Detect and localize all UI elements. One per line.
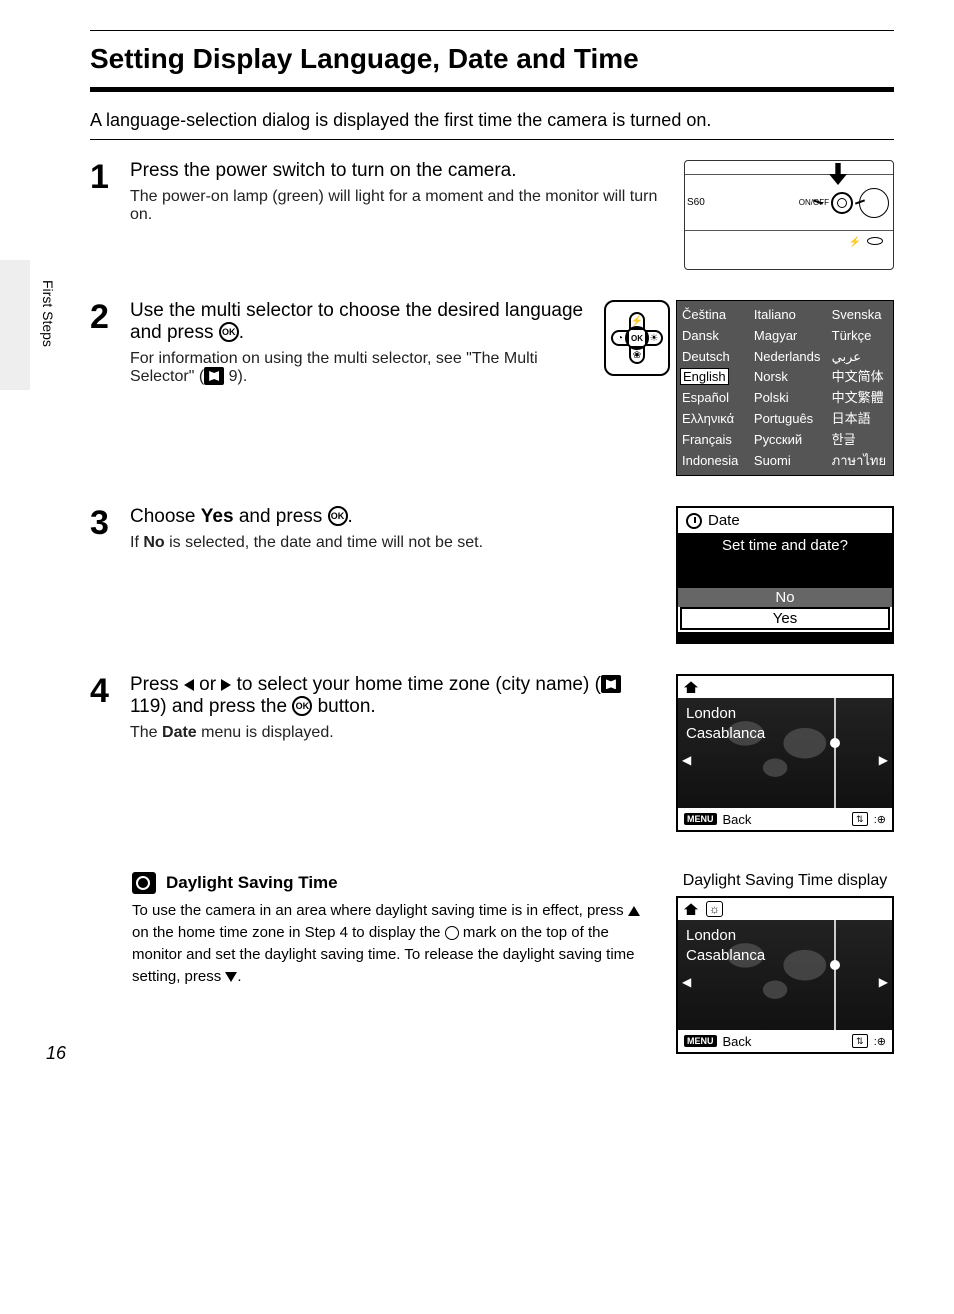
note-icon — [132, 872, 156, 894]
note-title: Daylight Saving Time — [166, 873, 338, 893]
menu-button[interactable]: MENU — [684, 1035, 717, 1047]
city-1: London — [686, 705, 736, 722]
ok-icon: OK — [219, 322, 239, 342]
step-body: The power-on lamp (green) will light for… — [130, 188, 670, 224]
daylight-note: Daylight Saving Time To use the camera i… — [132, 872, 894, 1054]
multi-selector-illustration: ⚡ ❀ ◔ ☀ OK — [604, 300, 670, 376]
triangle-right-icon — [221, 679, 231, 691]
step-body: For information on using the multi selec… — [130, 350, 590, 386]
step-4: 4 Press or to select your home time zone… — [90, 674, 894, 832]
select-icon: ⇅ — [852, 812, 868, 826]
page-ref-icon — [204, 367, 224, 385]
dialog-title: Date — [708, 512, 740, 529]
step-2: 2 Use the multi selector to choose the d… — [90, 300, 894, 476]
city-2: Casablanca — [686, 947, 765, 964]
step-3: 3 Choose Yes and press OK. If No is sele… — [90, 506, 894, 644]
date-dialog: Date Set time and date? No Yes — [676, 506, 894, 644]
note-body: To use the camera in an area where dayli… — [132, 900, 656, 987]
dialog-question: Set time and date? — [678, 533, 892, 558]
page-ref-icon — [601, 675, 621, 693]
triangle-up-icon — [628, 906, 640, 916]
step-heading: Use the multi selector to choose the des… — [130, 300, 590, 344]
intro-text: A language-selection dialog is displayed… — [90, 110, 894, 131]
page-number: 16 — [46, 1043, 66, 1064]
step-body: The Date menu is displayed. — [130, 724, 662, 742]
arrow-right-icon[interactable]: ▶ — [879, 753, 888, 767]
bolt-icon: ⚡ — [849, 237, 861, 248]
rule-heavy — [90, 87, 894, 92]
triangle-down-icon — [225, 972, 237, 982]
step-heading: Choose Yes and press OK. — [130, 506, 662, 528]
step-heading: Press or to select your home time zone (… — [130, 674, 662, 718]
language-menu: ČeštinaItalianoSvenska DanskMagyarTürkçe… — [676, 300, 894, 476]
ok-icon: OK — [292, 696, 312, 716]
timezone-screen: LondonCasablanca ◀ ▶ MENU Back ⇅:⊕ — [676, 674, 894, 832]
option-yes[interactable]: Yes — [680, 607, 890, 630]
side-tab — [0, 260, 30, 390]
page-title: Setting Display Language, Date and Time — [90, 43, 894, 75]
menu-button[interactable]: MENU — [684, 813, 717, 825]
rule-steps — [90, 139, 894, 140]
city-2: Casablanca — [686, 725, 765, 742]
section-label: First Steps — [40, 280, 56, 347]
step-number: 4 — [90, 674, 116, 832]
rule-top — [90, 30, 894, 31]
clock-icon — [686, 513, 702, 529]
option-no[interactable]: No — [678, 588, 892, 607]
dst-mark-icon — [445, 926, 459, 940]
timezone-screen-dst: ☼ LondonCasablanca ◀ ▶ MENU Back ⇅:⊕ — [676, 896, 894, 1054]
back-label: Back — [723, 1034, 752, 1049]
select-icon: ⇅ — [852, 1034, 868, 1048]
ok-button-icon: OK — [625, 326, 649, 350]
arrow-left-icon[interactable]: ◀ — [682, 753, 691, 767]
step-1: 1 Press the power switch to turn on the … — [90, 160, 894, 270]
step-body: If No is selected, the date and time wil… — [130, 534, 662, 552]
step-number: 1 — [90, 160, 116, 270]
arrow-left-icon[interactable]: ◀ — [682, 975, 691, 989]
step-number: 2 — [90, 300, 116, 476]
ok-icon: OK — [328, 506, 348, 526]
language-selected[interactable]: English — [680, 368, 729, 385]
camera-top-illustration: S60 ON/OFF ⚡ — [684, 160, 894, 270]
dst-icon: ☼ — [706, 901, 723, 917]
step-heading: Press the power switch to turn on the ca… — [130, 160, 670, 182]
arrow-right-icon[interactable]: ▶ — [879, 975, 888, 989]
home-icon — [684, 681, 698, 693]
city-1: London — [686, 927, 736, 944]
model-label: S60 — [687, 197, 705, 208]
step-number: 3 — [90, 506, 116, 644]
back-label: Back — [723, 812, 752, 827]
home-icon — [684, 903, 698, 915]
triangle-left-icon — [184, 679, 194, 691]
lens-icon — [859, 188, 889, 218]
power-button-icon — [831, 192, 853, 214]
note-caption: Daylight Saving Time display — [676, 872, 894, 890]
